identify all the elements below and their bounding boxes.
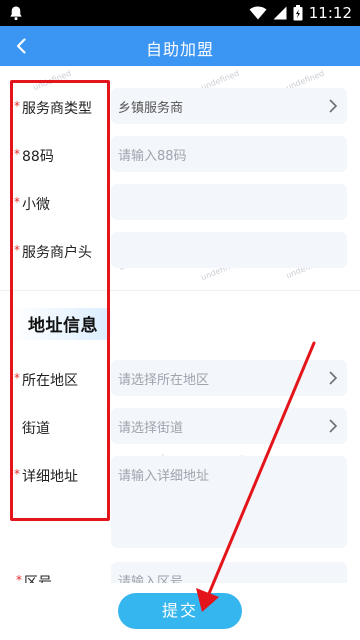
submit-button[interactable]: 提交 xyxy=(118,593,242,629)
notification-bell-icon xyxy=(10,6,22,21)
battery-icon xyxy=(293,5,303,21)
chevron-right-icon xyxy=(329,99,338,113)
annotation-highlight-box xyxy=(10,80,110,521)
wifi-icon xyxy=(249,6,267,20)
service-type-select[interactable]: 乡镇服务商 xyxy=(111,88,347,124)
bottom-bar: 提交 xyxy=(0,583,360,640)
status-bar: 11:12 xyxy=(0,0,360,26)
micro-input[interactable] xyxy=(111,184,347,220)
merchant-account-input[interactable] xyxy=(111,232,347,268)
region-select[interactable]: 请选择所在地区 xyxy=(111,360,347,396)
chevron-right-icon xyxy=(329,371,338,385)
status-time: 11:12 xyxy=(308,4,352,22)
street-select[interactable]: 请选择街道 xyxy=(111,408,347,444)
detail-address-textarea[interactable]: 请输入详细地址 xyxy=(111,456,347,548)
code-88-input[interactable]: 请输入88码 xyxy=(111,136,347,172)
page-title: 自助加盟 xyxy=(145,40,214,59)
signal-icon xyxy=(273,6,287,20)
nav-bar: 自助加盟 xyxy=(0,26,360,66)
chevron-right-icon xyxy=(329,419,338,433)
